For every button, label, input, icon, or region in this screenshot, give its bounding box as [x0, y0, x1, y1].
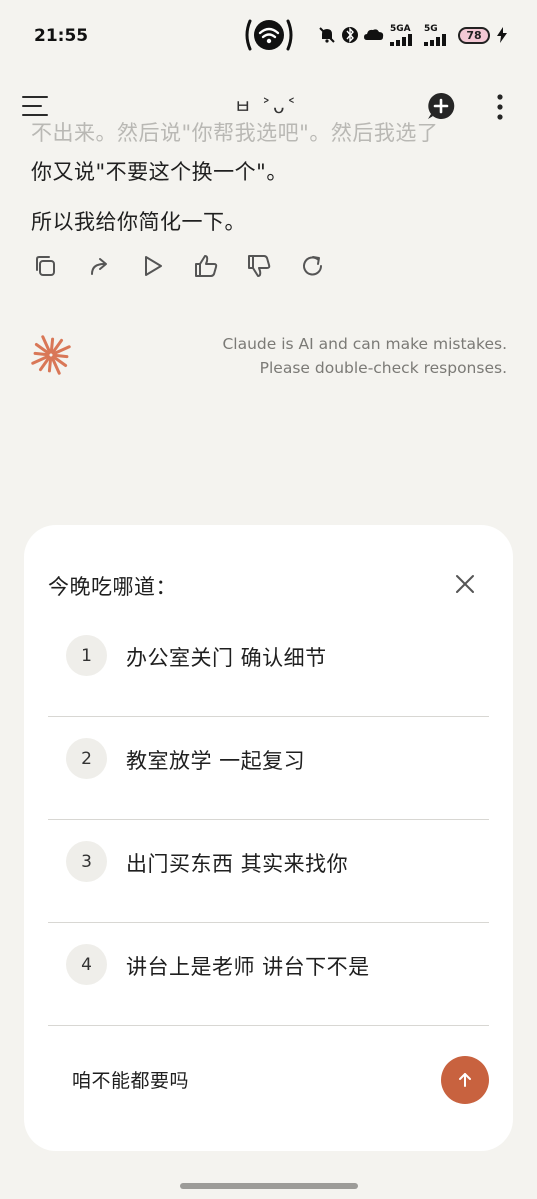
- option-number: 3: [66, 841, 107, 882]
- chat-title[interactable]: ㅂ ˃ᴗ˂: [234, 92, 298, 119]
- retry-icon: [303, 256, 322, 276]
- divider: [48, 921, 489, 923]
- send-button[interactable]: [441, 1056, 489, 1104]
- status-bar: 21:55 5GA 5G 78: [0, 0, 537, 70]
- option-number: 1: [66, 635, 107, 676]
- option-1[interactable]: 1 办公室关门 确认细节: [48, 615, 489, 717]
- choice-sheet: 今晚吃哪道： 1 办公室关门 确认细节 2 教室放学 一起复习 3 出门买东西 …: [24, 525, 513, 1151]
- status-icons: 5GA 5G 78: [318, 22, 508, 48]
- message-line-1: 你又说"不要这个换一个"。: [31, 160, 288, 184]
- net-label-2: 5G: [424, 24, 438, 34]
- bluetooth-icon: [342, 27, 358, 43]
- option-number: 4: [66, 944, 107, 985]
- play-icon: [145, 256, 162, 276]
- battery-level: 78: [458, 26, 490, 44]
- net-label-1: 5GA: [390, 24, 411, 34]
- home-indicator[interactable]: [180, 1183, 358, 1189]
- claude-logo-icon: [30, 334, 72, 376]
- thumbs-down-icon: [248, 255, 271, 277]
- thumbs-up-button[interactable]: [192, 252, 220, 280]
- option-3[interactable]: 3 出门买东西 其实来找你: [48, 821, 489, 923]
- arrow-up-icon: [459, 1073, 471, 1087]
- close-icon: [456, 575, 474, 593]
- option-text: 讲台上是老师 讲台下不是: [126, 955, 370, 979]
- copy-icon: [36, 256, 55, 276]
- option-4[interactable]: 4 讲台上是老师 讲台下不是: [48, 924, 489, 1026]
- option-text: 教室放学 一起复习: [126, 749, 306, 773]
- option-2[interactable]: 2 教室放学 一起复习: [48, 718, 489, 820]
- copy-button[interactable]: [31, 252, 59, 280]
- signal-5g: 5G: [424, 24, 452, 46]
- option-number: 2: [66, 738, 107, 779]
- clock: 21:55: [34, 26, 89, 46]
- mute-bell-icon: [319, 27, 335, 43]
- divider: [48, 818, 489, 820]
- hotspot-icon: [243, 17, 295, 53]
- divider: [48, 1024, 489, 1026]
- disclaimer-line-1: Claude is AI and can make mistakes.: [222, 335, 507, 353]
- retry-button[interactable]: [299, 252, 327, 280]
- menu-button[interactable]: [22, 96, 50, 118]
- share-icon: [91, 258, 107, 275]
- charging-icon: [497, 27, 507, 43]
- option-text: 出门买东西 其实来找你: [126, 852, 349, 876]
- more-options-button[interactable]: [490, 94, 510, 122]
- custom-answer-input[interactable]: 咱不能都要吗: [72, 1066, 189, 1093]
- disclaimer-line-2: Please double-check responses.: [259, 359, 507, 377]
- new-chat-button[interactable]: [427, 92, 455, 120]
- share-button[interactable]: [85, 252, 113, 280]
- faded-message-line: 不出来。然后说"你帮我选吧"。然后我选了: [31, 121, 439, 145]
- cloud-icon: [364, 29, 384, 40]
- thumbs-down-button[interactable]: [245, 252, 273, 280]
- sheet-title: 今晚吃哪道：: [48, 575, 177, 599]
- play-button[interactable]: [138, 252, 166, 280]
- divider: [48, 715, 489, 717]
- option-text: 办公室关门 确认细节: [126, 646, 327, 670]
- plus-circle-icon: [428, 92, 455, 119]
- close-button[interactable]: [454, 573, 476, 595]
- thumbs-up-icon: [195, 255, 218, 277]
- disclaimer: Claude is AI and can make mistakes. Plea…: [222, 332, 507, 380]
- kebab-icon: [497, 94, 503, 120]
- signal-5ga: 5GA: [390, 24, 418, 46]
- message-line-2: 所以我给你简化一下。: [31, 210, 246, 234]
